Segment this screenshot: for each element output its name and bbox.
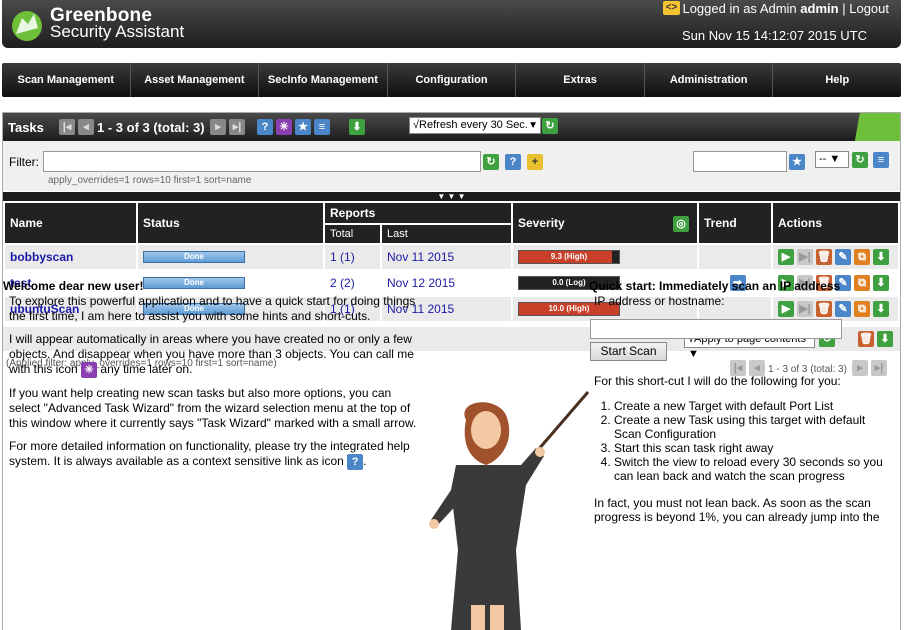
col-name[interactable]: Name bbox=[3, 201, 138, 245]
table-row: bobbyscan Done 1 (1) Nov 11 2015 9.3 (Hi… bbox=[3, 243, 900, 271]
refresh-icon[interactable]: ↻ bbox=[542, 118, 558, 134]
task-count: 1 - 3 of 3 (total: 3) bbox=[97, 120, 205, 135]
chevron-down-icon: ▼ bbox=[528, 120, 538, 131]
nav-administration[interactable]: Administration bbox=[645, 63, 774, 97]
app-header: Greenbone Security Assistant <> Logged i… bbox=[2, 0, 901, 48]
current-datetime: Sun Nov 15 14:12:07 2015 UTC bbox=[681, 28, 867, 43]
status-bar: Done bbox=[143, 251, 245, 263]
help-icon[interactable]: ? bbox=[257, 119, 273, 135]
nav-asset-management[interactable]: Asset Management bbox=[131, 63, 260, 97]
logout-link[interactable]: Logout bbox=[849, 1, 889, 16]
panel-title: Tasks bbox=[8, 120, 44, 135]
trend-cell bbox=[697, 243, 773, 271]
welcome-section: Welcome dear new user! To explore this p… bbox=[3, 279, 423, 478]
bulk-trashcan-icon[interactable]: 🗑 bbox=[858, 331, 874, 347]
last-report-link[interactable]: Nov 11 2015 bbox=[387, 250, 454, 264]
help-icon[interactable]: ? bbox=[347, 454, 364, 470]
col-actions: Actions bbox=[771, 201, 900, 245]
filter-bar: Filter: ↻ ? + apply_overrides=1 rows=10 … bbox=[3, 141, 900, 191]
quickstart-intro: For this short-cut I will do the followi… bbox=[594, 374, 841, 388]
auto-refresh-select[interactable]: √Refresh every 30 Sec. ▼ bbox=[409, 117, 541, 134]
filter-input[interactable] bbox=[43, 151, 481, 172]
quickstart-title: Quick start: Immediately scan an IP addr… bbox=[589, 279, 841, 293]
quickstart-steps: Create a new Target with default Port Li… bbox=[614, 399, 889, 483]
col-last[interactable]: Last bbox=[380, 223, 513, 245]
first-page-icon[interactable]: |◂ bbox=[59, 119, 75, 135]
welcome-text: I will appear automatically in areas whe… bbox=[9, 332, 414, 378]
welcome-text: For more detailed information on functio… bbox=[9, 439, 410, 470]
col-reports: Reports bbox=[323, 201, 513, 225]
welcome-text: To explore this powerful application and… bbox=[9, 294, 416, 323]
col-severity[interactable]: Severity ◎ bbox=[511, 201, 699, 245]
filter-list-icon[interactable]: ≡ bbox=[873, 152, 889, 168]
edit-icon[interactable]: ✎ bbox=[835, 249, 851, 265]
list-item: Create a new Task using this target with… bbox=[614, 413, 889, 441]
clone-icon[interactable]: ⧉ bbox=[854, 249, 870, 265]
new-filter-icon[interactable]: + bbox=[527, 154, 543, 170]
filter-select[interactable]: -- ▼ bbox=[815, 151, 849, 168]
overrides-icon[interactable]: ◎ bbox=[673, 216, 689, 232]
fold-toggle[interactable]: ▼ ▼ ▼ bbox=[3, 192, 900, 201]
quickstart-note: In fact, you must not lean back. As soon… bbox=[594, 496, 880, 524]
next-page-icon[interactable]: ▸ bbox=[210, 119, 226, 135]
col-trend: Trend bbox=[697, 201, 773, 245]
wizard-icon[interactable]: ✳ bbox=[81, 362, 98, 378]
new-task-icon[interactable]: ★ bbox=[295, 119, 311, 135]
assistant-figure-icon bbox=[429, 391, 590, 630]
col-total[interactable]: Total bbox=[323, 223, 382, 245]
wizard-icon[interactable]: ✳ bbox=[276, 119, 292, 135]
previous-page-icon[interactable]: ◂ bbox=[78, 119, 94, 135]
row-actions: ▶ ▶| 🗑 ✎ ⧉ ⬇ bbox=[778, 248, 898, 266]
welcome-text: If you want help creating new scan tasks… bbox=[9, 386, 417, 430]
task-name-link[interactable]: bobbyscan bbox=[10, 250, 73, 264]
bulk-export-icon[interactable]: ⬇ bbox=[877, 331, 893, 347]
list-icon[interactable]: ≡ bbox=[314, 119, 330, 135]
start-icon[interactable]: ▶ bbox=[778, 249, 794, 265]
nav-secinfo-management[interactable]: SecInfo Management bbox=[259, 63, 388, 97]
greenbone-logo-icon bbox=[12, 11, 42, 41]
main-nav: Scan Management Asset Management SecInfo… bbox=[2, 63, 901, 97]
welcome-title: Welcome dear new user! bbox=[3, 279, 144, 293]
export-icon[interactable]: ⬇ bbox=[349, 119, 365, 135]
brand-subtitle: Security Assistant bbox=[50, 22, 185, 41]
list-item: Start this scan task right away bbox=[614, 441, 889, 455]
ip-label: IP address or hostname: bbox=[594, 294, 725, 308]
user-info: Logged in as Admin admin | Logout bbox=[682, 1, 889, 16]
ip-input[interactable] bbox=[590, 319, 842, 339]
filter-hint: apply_overrides=1 rows=10 first=1 sort=n… bbox=[48, 175, 252, 186]
update-filter-icon[interactable]: ↻ bbox=[483, 154, 499, 170]
last-page-icon[interactable]: ▸| bbox=[229, 119, 245, 135]
export-icon[interactable]: ⬇ bbox=[873, 249, 889, 265]
trashcan-icon[interactable]: 🗑 bbox=[816, 249, 832, 265]
resume-icon: ▶| bbox=[797, 249, 813, 265]
nav-extras[interactable]: Extras bbox=[516, 63, 645, 97]
filter-help-icon[interactable]: ? bbox=[505, 154, 521, 170]
filter-name-input[interactable] bbox=[693, 151, 787, 172]
apply-filter-icon[interactable]: ↻ bbox=[852, 152, 868, 168]
panel-header: Tasks |◂ ◂ 1 - 3 of 3 (total: 3) ▸ ▸| ? … bbox=[3, 113, 900, 141]
list-item: Switch the view to reload every 30 secon… bbox=[614, 455, 889, 483]
quickstart-section: Quick start: Immediately scan an IP addr… bbox=[589, 279, 889, 524]
nav-configuration[interactable]: Configuration bbox=[388, 63, 517, 97]
username-link[interactable]: admin bbox=[800, 1, 838, 16]
total-reports-link[interactable]: 1 bbox=[330, 250, 337, 264]
language-icon[interactable]: <> bbox=[663, 1, 680, 15]
nav-help[interactable]: Help bbox=[773, 63, 901, 97]
nav-scan-management[interactable]: Scan Management bbox=[2, 63, 131, 97]
start-scan-button[interactable]: Start Scan bbox=[590, 342, 667, 361]
col-status[interactable]: Status bbox=[136, 201, 325, 245]
list-item: Create a new Target with default Port Li… bbox=[614, 399, 889, 413]
filter-label: Filter: bbox=[9, 155, 39, 169]
severity-bar: 9.3 (High) bbox=[518, 250, 620, 264]
save-filter-icon[interactable]: ★ bbox=[789, 154, 805, 170]
